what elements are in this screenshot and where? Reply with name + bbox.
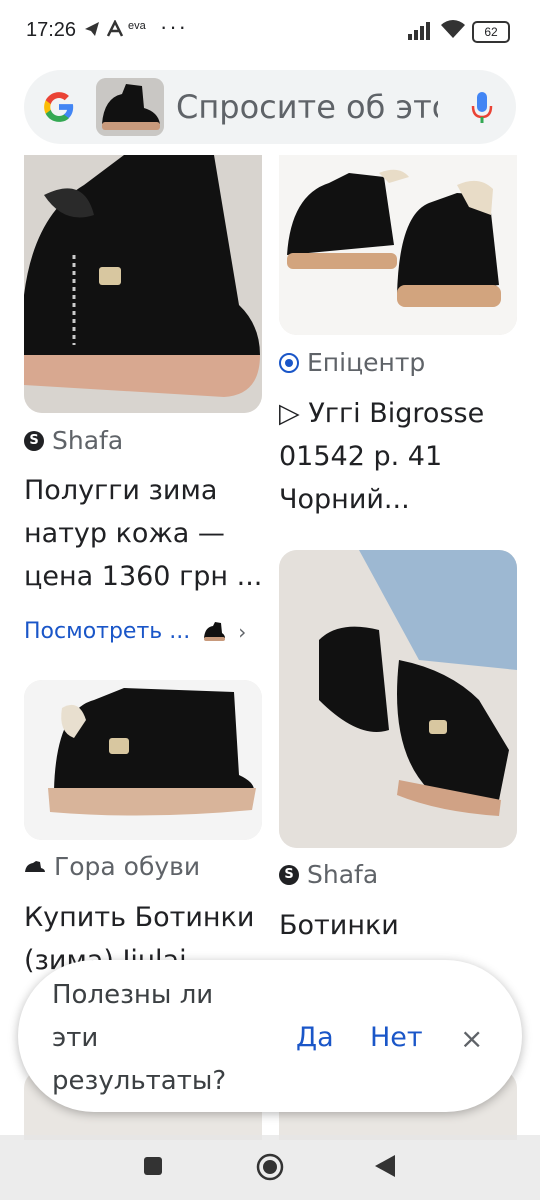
result-image-shoe[interactable]: [279, 550, 517, 848]
result-source[interactable]: S Shafa: [279, 860, 378, 889]
close-icon[interactable]: ×: [460, 1022, 483, 1055]
result-title[interactable]: ▷ Уггі Bigrosse 01542 р. 41 Чорний...: [279, 392, 515, 521]
feedback-yes-button[interactable]: Да: [296, 1022, 334, 1053]
chevron-right-icon: ›: [238, 619, 247, 644]
shoe-thumbnail-icon: [204, 621, 226, 641]
status-bar: 17:26 eva ··· 62: [0, 0, 540, 60]
clock: 17:26: [26, 19, 77, 41]
query-image-thumbnail[interactable]: [96, 78, 164, 136]
result-image-shoe[interactable]: [279, 155, 517, 335]
wifi-icon: [441, 20, 465, 38]
result-source[interactable]: Епіцентр: [279, 348, 425, 377]
result-image-shoe[interactable]: [24, 155, 262, 413]
epicentr-icon: [279, 352, 299, 373]
home-icon[interactable]: [256, 1153, 284, 1181]
battery-icon: 62: [472, 21, 510, 43]
feedback-card: Полезны ли эти результаты? Да Нет ×: [18, 960, 522, 1112]
source-label: Гора обуви: [54, 852, 201, 881]
source-label: Епіцентр: [307, 348, 426, 377]
result-title[interactable]: Ботинки: [279, 904, 515, 947]
result-source[interactable]: Гора обуви: [24, 852, 200, 881]
result-title[interactable]: Полугги зима натур кожа — цена 1360 грн …: [24, 469, 268, 598]
feedback-no-button[interactable]: Нет: [370, 1022, 423, 1053]
shafa-icon: S: [24, 430, 44, 451]
view-more-link[interactable]: Посмотреть ... ›: [24, 619, 246, 644]
carrier-label: eva: [128, 20, 146, 32]
source-label: Shafa: [52, 426, 124, 455]
signal-icon: [408, 22, 430, 40]
app-icon: [106, 20, 124, 37]
recents-icon[interactable]: [143, 1156, 163, 1176]
search-input[interactable]: Спросите об этом: [176, 88, 438, 126]
result-source[interactable]: S Shafa: [24, 426, 123, 455]
gora-obuvi-icon: [25, 860, 45, 872]
source-label: Shafa: [307, 860, 379, 889]
more-notifications-icon: ···: [160, 14, 188, 39]
navigation-bar: [0, 1135, 540, 1200]
telegram-icon: [85, 22, 99, 36]
shafa-icon: S: [279, 864, 299, 885]
feedback-question: Полезны ли эти результаты?: [52, 980, 227, 1096]
search-bar[interactable]: Спросите об этом: [24, 70, 516, 144]
view-more-label: Посмотреть ...: [24, 619, 191, 644]
result-image-shoe[interactable]: [24, 680, 262, 840]
back-icon[interactable]: [374, 1154, 396, 1178]
microphone-icon[interactable]: [470, 90, 494, 126]
google-logo-icon[interactable]: [42, 90, 76, 124]
